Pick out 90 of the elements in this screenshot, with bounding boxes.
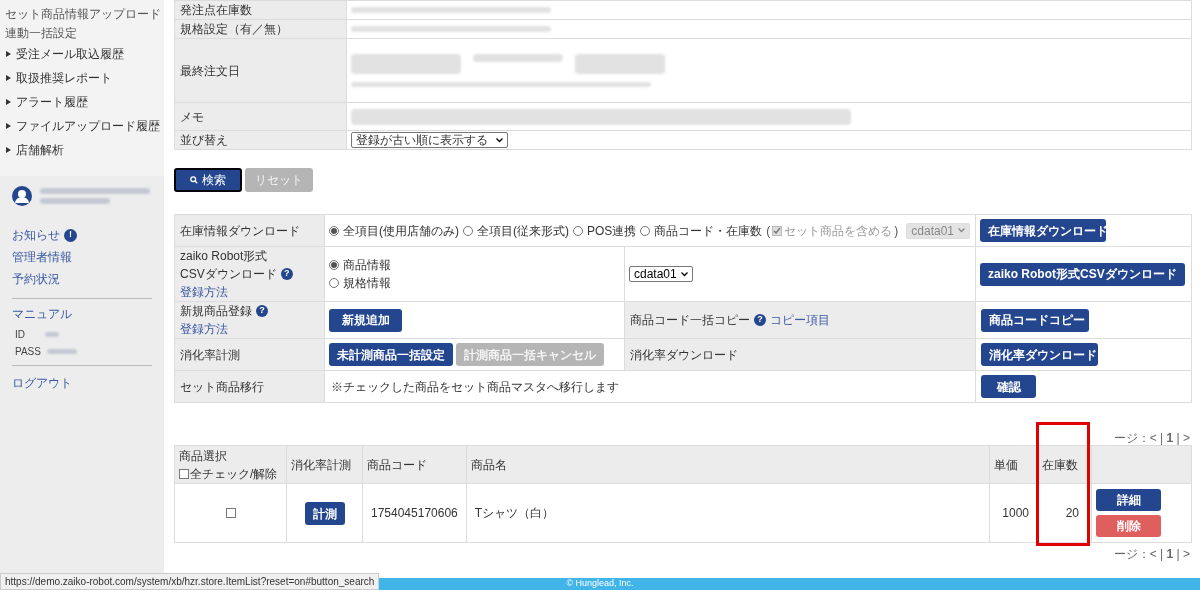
download-button[interactable]: 在庫情報ダウンロード [980, 219, 1106, 242]
user-icon [12, 186, 32, 206]
column-header: 商品選択 [179, 447, 227, 465]
logout-link[interactable]: ログアウト [12, 374, 72, 392]
delete-button[interactable]: 削除 [1096, 515, 1161, 537]
confirm-button[interactable]: 確認 [981, 375, 1036, 398]
triangle-icon [6, 75, 11, 81]
blurred-content [40, 198, 110, 204]
checkbox-label: 全チェック/解除 [190, 465, 278, 483]
triangle-icon [6, 51, 11, 57]
table-cell: 1754045170606 [362, 483, 467, 543]
checkbox[interactable] [179, 468, 189, 479]
column-header: 商品名 [470, 456, 507, 474]
detail-button[interactable]: 詳細 [1096, 489, 1161, 511]
search-icon [190, 176, 198, 184]
form-label: 発注点在庫数 [174, 0, 347, 20]
column-header: 単価 [994, 456, 1018, 474]
checkbox-label: セット商品を含める [784, 222, 893, 240]
bulk-set-button[interactable]: 未計測商品一括設定 [329, 343, 453, 366]
add-new-button[interactable]: 新規追加 [329, 308, 402, 332]
notification-badge: ! [64, 228, 77, 242]
triangle-icon [6, 99, 11, 105]
column-header: 商品コード [367, 456, 427, 474]
help-link[interactable]: コピー項目 [770, 311, 830, 329]
radio-label: 規格情報 [343, 275, 391, 292]
caret-icon [958, 228, 966, 233]
sidebar-subitem[interactable]: セット商品情報アップロード [5, 4, 161, 23]
caret-icon [496, 137, 503, 143]
check-icon [773, 226, 782, 235]
copyright: © Hunglead, Inc. [566, 577, 634, 590]
checkbox[interactable] [225, 508, 236, 518]
status-url: https://demo.zaiko-robot.com/system/xb/hzr.store.ItemList?reset=on#button_search [0, 573, 380, 590]
sidebar-link[interactable]: 管理者情報 [12, 248, 72, 266]
sidebar-link[interactable]: お知らせ [12, 226, 60, 244]
measure-button[interactable]: 計測 [304, 502, 345, 526]
form-label: 消化率ダウンロード [624, 338, 976, 371]
help-icon[interactable]: ? [256, 305, 268, 317]
rate-download-button[interactable]: 消化率ダウンロード [981, 343, 1098, 366]
radio-label: 商品情報 [343, 257, 391, 274]
caret-icon [680, 271, 688, 277]
sidebar-item[interactable]: ファイルアップロード履歴 [16, 117, 160, 135]
csv-download-button[interactable]: zaiko Robot形式CSVダウンロード [980, 262, 1185, 286]
form-label: 消化率計測 [174, 338, 325, 371]
pagination[interactable]: ージ：< | 1 | > [1113, 429, 1192, 443]
form-label: メモ [174, 102, 347, 131]
help-icon[interactable]: ? [280, 268, 293, 280]
radio-button[interactable] [463, 225, 473, 236]
radio-label: POS連携 [587, 222, 637, 240]
radio-button[interactable] [329, 260, 339, 270]
search-button[interactable]: 検索 [174, 168, 242, 192]
help-link[interactable]: 登録方法 [180, 320, 228, 338]
sidebar-item[interactable]: 受注メール取込履歴 [16, 45, 124, 63]
radio-button[interactable] [640, 225, 651, 236]
radio-label: 全項目(使用店舗のみ) [343, 222, 459, 240]
paren-text: ( [766, 222, 771, 240]
form-label: zaiko Robot形式 [180, 248, 269, 265]
blurred-content [46, 349, 77, 354]
form-label: 商品コード一括コピー [630, 312, 750, 329]
radio-button[interactable] [329, 278, 339, 288]
form-label: セット商品移行 [174, 370, 325, 403]
pagination[interactable]: ージ：< | 1 | > [1113, 545, 1192, 559]
radio-button[interactable] [573, 225, 583, 236]
form-label: 最終注文日 [174, 38, 347, 103]
note-text: ※チェックした商品をセット商品マスタへ移行します [324, 370, 976, 403]
radio-button[interactable] [329, 225, 339, 236]
column-header: 消化率計測 [291, 456, 351, 474]
table-cell: Tシャツ（白） [466, 483, 990, 543]
sort-select[interactable]: 登録が古い順に表示する [351, 132, 508, 148]
form-label: 新規商品登録 [180, 303, 252, 320]
triangle-icon [6, 147, 11, 153]
column-header: 在庫数 [1042, 456, 1078, 474]
form-label: 在庫情報ダウンロード [174, 214, 325, 247]
form-label: CSVダウンロード [180, 266, 277, 283]
sidebar-item[interactable]: 店舗解析 [16, 141, 64, 159]
id-label: ID [15, 328, 25, 342]
sidebar-link[interactable]: 予約状況 [12, 270, 60, 288]
triangle-icon [6, 123, 11, 129]
help-link[interactable]: 登録方法 [180, 283, 228, 301]
sidebar-subitem[interactable]: 連動一括設定 [5, 23, 77, 42]
blurred-content [45, 332, 59, 337]
code-copy-button[interactable]: 商品コードコピー [981, 308, 1089, 332]
sidebar-item[interactable]: アラート履歴 [16, 93, 88, 111]
paren-text: ) [894, 222, 899, 240]
help-icon[interactable]: ? [754, 314, 766, 326]
store-select[interactable]: cdata01 [629, 266, 693, 282]
radio-label: 全項目(従来形式) [477, 222, 569, 240]
manual-link[interactable]: マニュアル [12, 305, 72, 323]
sidebar-item[interactable]: 取扱推奨レポート [16, 69, 112, 87]
radio-label: 商品コード・在庫数 [654, 222, 763, 240]
pass-label: PASS [15, 345, 41, 359]
